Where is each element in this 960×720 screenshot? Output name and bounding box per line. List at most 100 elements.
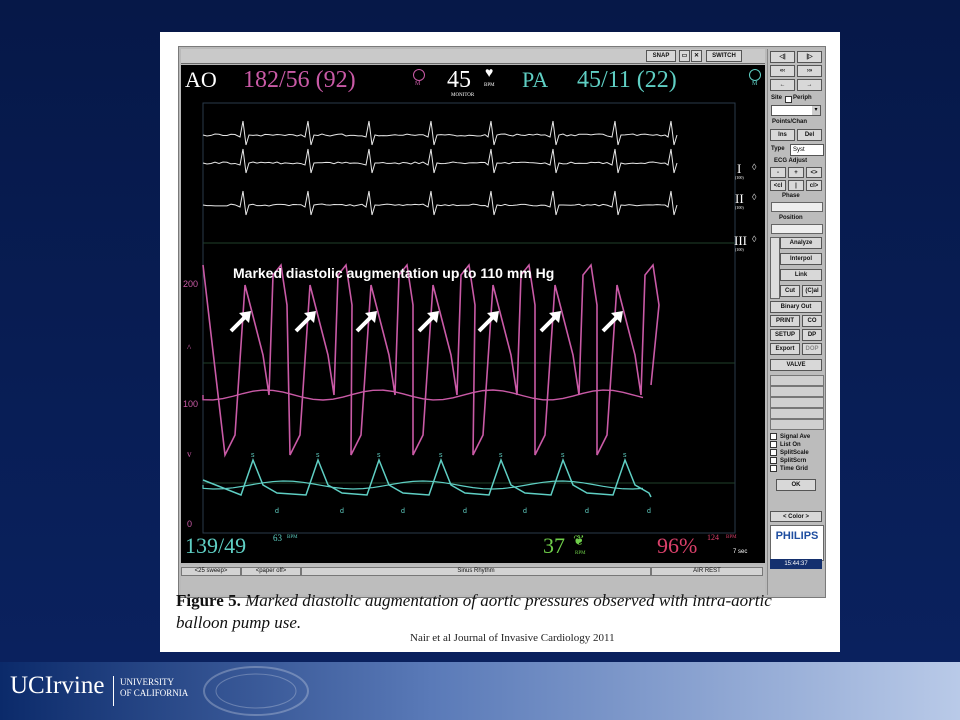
ecg-plus-button[interactable]: +: [788, 167, 804, 178]
uc-irvine-logo: UCIrvine: [10, 672, 104, 700]
chevron-down-icon: ▾: [812, 106, 820, 115]
step-forward-button[interactable]: |▷: [797, 51, 822, 63]
monitor-top-bar: SNAP ▭ ✕ SWITCH: [181, 49, 765, 64]
option-row[interactable]: List On: [770, 441, 822, 449]
option-checkbox[interactable]: [770, 449, 777, 456]
patient-monitor-screenshot: SNAP ▭ ✕ SWITCH AO 182/56 (92) M 45 ♥ BP…: [178, 46, 826, 598]
balloon-mode: AIR REST: [651, 567, 763, 576]
spo2-rate: 124: [707, 533, 719, 542]
position-slider[interactable]: [771, 224, 823, 234]
option-checkbox[interactable]: [770, 441, 777, 448]
diastolic-marker: d: [275, 508, 279, 515]
fast-back-button[interactable]: «‹: [770, 65, 795, 77]
valve-button[interactable]: VALVE: [770, 359, 822, 371]
cal-button[interactable]: (C)al: [802, 285, 822, 297]
resp-unit: RPM: [575, 551, 586, 556]
lead-ii-toggle-icon[interactable]: ◊: [752, 192, 756, 202]
cut-button[interactable]: Cut: [780, 285, 800, 297]
step-back-button[interactable]: ◁|: [770, 51, 795, 63]
export-button[interactable]: Export: [770, 343, 800, 355]
option-row[interactable]: SplitScale: [770, 449, 822, 457]
right-arrow-button[interactable]: →: [797, 79, 822, 91]
resp-value: 37: [543, 533, 565, 559]
option-checkbox[interactable]: [770, 465, 777, 472]
option-row[interactable]: Time Grid: [770, 465, 822, 473]
blank-field: [770, 419, 824, 430]
figure-panel: SNAP ▭ ✕ SWITCH AO 182/56 (92) M 45 ♥ BP…: [160, 32, 840, 652]
y-scale-100: 100: [183, 399, 198, 409]
lead-i-toggle-icon[interactable]: ◊: [752, 162, 756, 172]
aortic-waveform: [203, 265, 659, 455]
interpol-button[interactable]: Interpol: [780, 253, 822, 265]
periph-checkbox[interactable]: [785, 96, 792, 103]
sweep-speed[interactable]: <25 sweep>: [181, 567, 241, 576]
diastolic-marker: d: [463, 508, 467, 515]
clock: 15:44:37: [770, 559, 822, 569]
option-row[interactable]: SplitScrn: [770, 457, 822, 465]
ecg-next-button[interactable]: cl>: [806, 180, 822, 191]
points-chan-label: Points/Chan: [772, 119, 807, 125]
paper-status[interactable]: <paper off>: [241, 567, 301, 576]
lungs-icon: ❦: [573, 533, 585, 550]
dop-button[interactable]: DOP: [802, 343, 822, 355]
option-checkbox[interactable]: [770, 457, 777, 464]
ecg-adjust-label: ECG Adjust: [774, 158, 807, 164]
systolic-marker: s: [251, 452, 255, 459]
spo2-unit: BPM: [726, 535, 737, 540]
del-button[interactable]: Del: [797, 129, 822, 141]
site-label: Site: [771, 95, 782, 101]
monitor-screen: AO 182/56 (92) M 45 ♥ BPM MONITOR PA 45/…: [181, 65, 765, 563]
color-button[interactable]: < Color >: [770, 511, 822, 522]
option-label: Signal Ave: [780, 434, 810, 440]
vertical-scrollbar[interactable]: [770, 237, 780, 299]
diastolic-marker: d: [523, 508, 527, 515]
option-checkboxes: Signal Ave List On SplitScale SplitScrn Time…: [770, 433, 822, 473]
diastolic-marker: d: [340, 508, 344, 515]
ok-button[interactable]: OK: [776, 479, 816, 491]
snap-button[interactable]: SNAP: [646, 50, 676, 62]
type-field[interactable]: Syst: [790, 144, 824, 156]
rhythm-status: Sinus Rhythm: [301, 567, 651, 576]
diastolic-marker: d: [401, 508, 405, 515]
option-row[interactable]: Signal Ave: [770, 433, 822, 441]
co-button[interactable]: CO: [802, 315, 822, 327]
option-checkbox[interactable]: [770, 433, 777, 440]
systolic-marker: s: [316, 452, 320, 459]
scale-up-icon[interactable]: ^: [187, 343, 191, 353]
option-label: SplitScale: [780, 450, 809, 456]
blank-field: [770, 408, 824, 419]
left-arrow-button[interactable]: ←: [770, 79, 795, 91]
ecg-lead-trace: [203, 149, 677, 173]
time-scale: 7 sec: [733, 549, 747, 555]
setup-button[interactable]: SETUP: [770, 329, 800, 341]
fast-forward-button[interactable]: ›»: [797, 65, 822, 77]
figure-caption: Figure 5. Marked diastolic augmentation …: [176, 590, 826, 634]
link-button[interactable]: Link: [780, 269, 822, 281]
close-icon[interactable]: ✕: [691, 50, 702, 62]
lead-iii-toggle-icon[interactable]: ◊: [752, 234, 756, 244]
print-button[interactable]: PRINT: [770, 315, 800, 327]
analyze-button[interactable]: Analyze: [780, 237, 822, 249]
binary-out-button[interactable]: Binary Out: [770, 301, 822, 313]
augmentation-annotation: Marked diastolic augmentation up to 110 …: [233, 265, 554, 281]
ecg-prev-button[interactable]: <cl: [770, 180, 786, 191]
site-dropdown[interactable]: ▾: [771, 105, 821, 116]
figure-caption-text: Marked diastolic augmentation of aortic …: [176, 591, 772, 632]
scale-down-icon[interactable]: v: [187, 449, 192, 459]
systolic-marker: s: [439, 452, 443, 459]
ecg-expand-button[interactable]: <>: [806, 167, 822, 178]
bottom-left-rate: 63: [273, 533, 282, 543]
systolic-marker: s: [561, 452, 565, 459]
phase-slider[interactable]: [771, 202, 823, 212]
ecg-traces: [203, 121, 677, 215]
systolic-marker: s: [377, 452, 381, 459]
blank-field: [770, 397, 824, 408]
restore-icon[interactable]: ▭: [679, 50, 690, 62]
dp-button[interactable]: DP: [802, 329, 822, 341]
ecg-mark-button[interactable]: |: [788, 180, 804, 191]
switch-button[interactable]: SWITCH: [706, 50, 742, 62]
type-label: Type: [771, 146, 785, 152]
ecg-minus-button[interactable]: -: [770, 167, 786, 178]
figure-label: Figure 5.: [176, 591, 241, 610]
ins-button[interactable]: Ins: [770, 129, 795, 141]
